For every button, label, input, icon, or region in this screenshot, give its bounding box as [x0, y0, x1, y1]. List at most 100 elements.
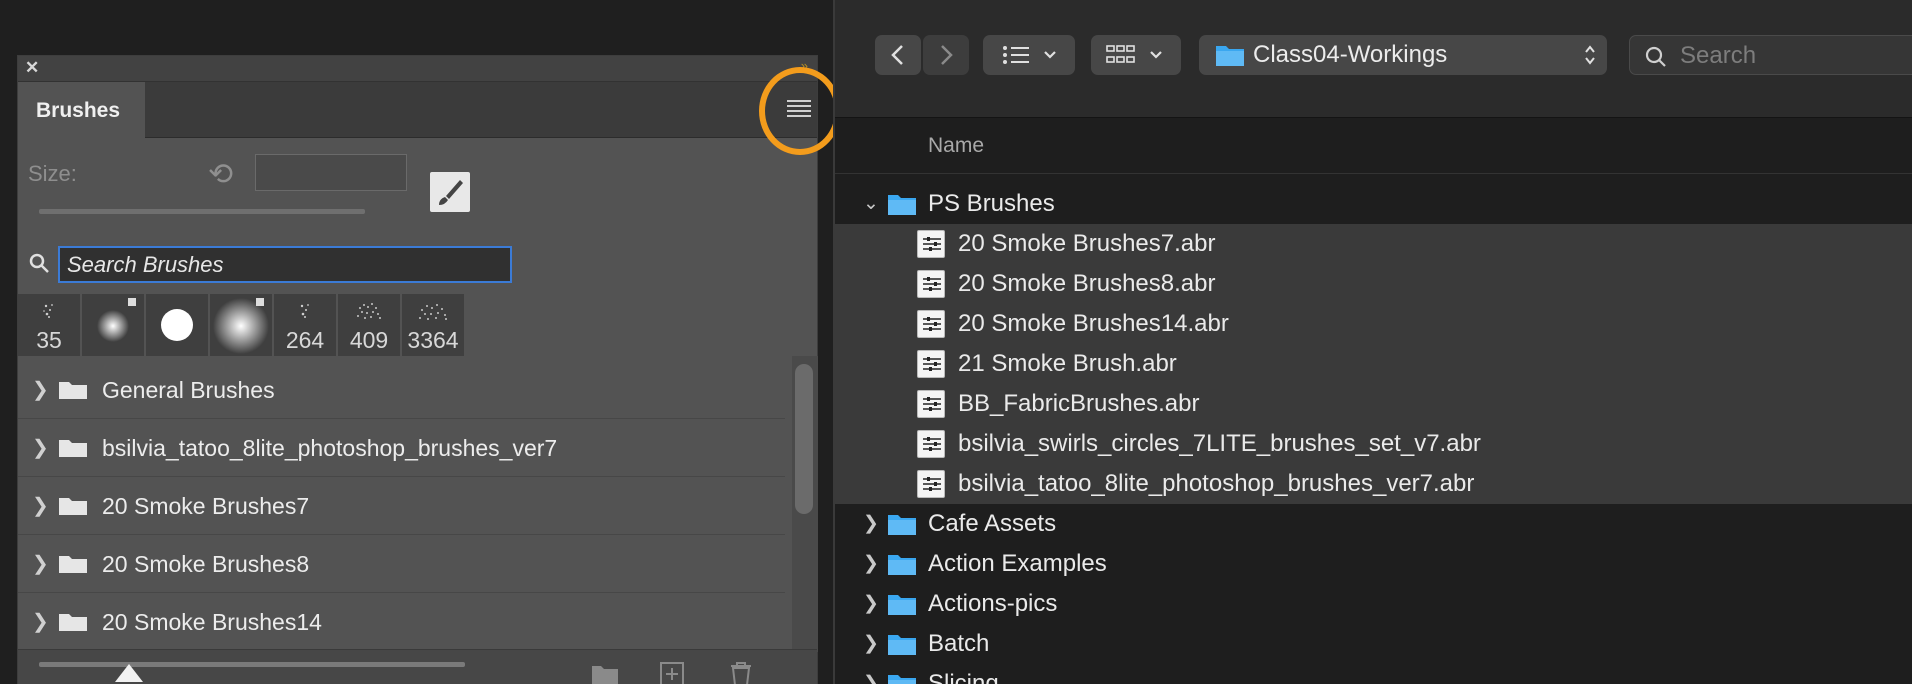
- large-soft-brush-icon: [213, 298, 269, 354]
- list-item[interactable]: bsilvia_swirls_circles_7LITE_brushes_set…: [835, 424, 1912, 464]
- file-name: Action Examples: [928, 550, 1107, 577]
- new-brush-icon[interactable]: [658, 660, 688, 684]
- brush-group-row[interactable]: ❯ 20 Smoke Brushes7: [18, 477, 785, 535]
- file-name: PS Brushes: [928, 190, 1055, 217]
- chevron-left-icon: [891, 45, 903, 65]
- list-item[interactable]: bsilvia_tatoo_8lite_photoshop_brushes_ve…: [835, 464, 1912, 504]
- chevron-right-icon[interactable]: ❯: [32, 435, 49, 460]
- reset-size-icon[interactable]: ⟲: [208, 158, 242, 192]
- chevron-right-icon[interactable]: ❯: [863, 592, 879, 615]
- list-item[interactable]: BB_FabricBrushes.abr: [835, 384, 1912, 424]
- folder-icon: [888, 515, 916, 535]
- size-field[interactable]: [255, 154, 407, 191]
- recent-brush-presets: 35 264 409 3364: [18, 294, 464, 356]
- close-icon[interactable]: ✕: [25, 59, 39, 77]
- hard-round-brush-icon: [161, 309, 193, 341]
- list-item[interactable]: ❯ Actions-pics: [835, 584, 1912, 624]
- list-view-button[interactable]: [983, 35, 1075, 75]
- list-view-icon: [1003, 46, 1056, 64]
- tab-brushes[interactable]: Brushes: [18, 82, 145, 138]
- brush-group-row[interactable]: ❯ 20 Smoke Brushes8: [18, 535, 785, 593]
- folder-icon: [59, 556, 87, 573]
- preset-size-label: 409: [349, 327, 389, 353]
- brush-preset[interactable]: 35: [18, 294, 80, 356]
- chevron-right-icon: [941, 45, 953, 65]
- file-name: bsilvia_swirls_circles_7LITE_brushes_set…: [958, 430, 1481, 457]
- file-list: ⌄ PS Brushes 20 Smoke Brushes7.abr 20 Sm…: [835, 184, 1912, 684]
- forward-button[interactable]: [923, 35, 969, 75]
- search-brushes-input[interactable]: Search Brushes: [58, 246, 512, 283]
- folder-icon: [1216, 46, 1244, 66]
- file-name: 20 Smoke Brushes14.abr: [958, 310, 1229, 337]
- brush-group-label: 20 Smoke Brushes8: [102, 551, 310, 577]
- brush-group-list: ❯ General Brushes ❯ bsilvia_tatoo_8lite_…: [18, 361, 785, 651]
- brush-group-row[interactable]: ❯ bsilvia_tatoo_8lite_photoshop_brushes_…: [18, 419, 785, 477]
- list-item[interactable]: 20 Smoke Brushes14.abr: [835, 304, 1912, 344]
- column-header[interactable]: Name: [835, 118, 1912, 174]
- brush-preset[interactable]: [146, 294, 208, 356]
- chevron-right-icon[interactable]: ❯: [863, 552, 879, 575]
- folder-icon: [59, 440, 87, 457]
- file-name: Batch: [928, 630, 990, 657]
- trash-icon[interactable]: [726, 660, 756, 684]
- file-name: Slicing: [928, 670, 999, 684]
- chevron-right-icon[interactable]: ❯: [32, 609, 49, 634]
- size-slider[interactable]: [39, 209, 365, 214]
- panel-tab-row: Brushes: [18, 82, 817, 138]
- brush-preset[interactable]: 264: [274, 294, 336, 356]
- list-item[interactable]: 20 Smoke Brushes8.abr: [835, 264, 1912, 304]
- brush-group-row[interactable]: ❯ General Brushes: [18, 361, 785, 419]
- thumbnail-size-slider[interactable]: [39, 662, 465, 667]
- list-item[interactable]: ❯ Cafe Assets: [835, 504, 1912, 544]
- chevron-down-icon[interactable]: ⌄: [863, 192, 879, 215]
- folder-icon: [59, 382, 87, 399]
- highlight-ring: [759, 67, 841, 155]
- list-item[interactable]: ❯ Batch: [835, 624, 1912, 664]
- brush-group-label: General Brushes: [102, 377, 275, 403]
- brush-group-label: bsilvia_tatoo_8lite_photoshop_brushes_ve…: [102, 435, 558, 461]
- chevron-right-icon[interactable]: ❯: [32, 493, 49, 518]
- brush-preset[interactable]: 409: [338, 294, 400, 356]
- list-item[interactable]: ❯ Action Examples: [835, 544, 1912, 584]
- file-name: BB_FabricBrushes.abr: [958, 390, 1200, 417]
- finder-search-field[interactable]: Search: [1629, 35, 1912, 75]
- folder-icon: [59, 498, 87, 515]
- brush-file-icon: [917, 230, 945, 258]
- file-name: Actions-pics: [928, 590, 1058, 617]
- brush-list-scrollbar[interactable]: [795, 364, 813, 514]
- brush-preset[interactable]: [82, 294, 144, 356]
- finder-toolbar: Class04-Workings Search: [835, 0, 1912, 118]
- brush-icon: [434, 176, 466, 208]
- brush-preset[interactable]: [210, 294, 272, 356]
- chevron-right-icon[interactable]: ❯: [863, 672, 879, 684]
- desktop: { "brushes_panel": { "tab_title": "Brush…: [0, 0, 1912, 684]
- list-item[interactable]: ❯ Slicing: [835, 664, 1912, 684]
- folder-icon: [888, 555, 916, 575]
- search-icon: [29, 253, 49, 273]
- list-item[interactable]: 20 Smoke Brushes7.abr: [835, 224, 1912, 264]
- panel-titlebar: ✕ »: [18, 56, 817, 82]
- new-group-folder-icon[interactable]: [590, 660, 620, 684]
- brush-group-row[interactable]: ❯ 20 Smoke Brushes14: [18, 593, 785, 651]
- folder-icon: [888, 595, 916, 615]
- chevron-right-icon[interactable]: ❯: [863, 632, 879, 655]
- brush-group-label: 20 Smoke Brushes7: [102, 493, 310, 519]
- brush-tip-toggle-button[interactable]: [430, 172, 470, 212]
- current-folder-label: Class04-Workings: [1253, 41, 1448, 68]
- brush-file-icon: [917, 270, 945, 298]
- brush-file-icon: [917, 310, 945, 338]
- preset-size-label: 35: [36, 327, 62, 353]
- chevron-right-icon[interactable]: ❯: [32, 551, 49, 576]
- list-item[interactable]: ⌄ PS Brushes: [835, 184, 1912, 224]
- list-item[interactable]: 21 Smoke Brush.abr: [835, 344, 1912, 384]
- chevron-right-icon[interactable]: ❯: [32, 377, 49, 402]
- slider-knob[interactable]: [115, 664, 143, 682]
- brush-preset[interactable]: 3364: [402, 294, 464, 356]
- file-name: 21 Smoke Brush.abr: [958, 350, 1177, 377]
- group-view-button[interactable]: [1091, 35, 1181, 75]
- back-button[interactable]: [875, 35, 921, 75]
- chevron-right-icon[interactable]: ❯: [863, 512, 879, 535]
- grid-view-icon: [1106, 45, 1162, 63]
- path-popup-button[interactable]: Class04-Workings: [1199, 35, 1607, 75]
- folder-icon: [59, 614, 87, 631]
